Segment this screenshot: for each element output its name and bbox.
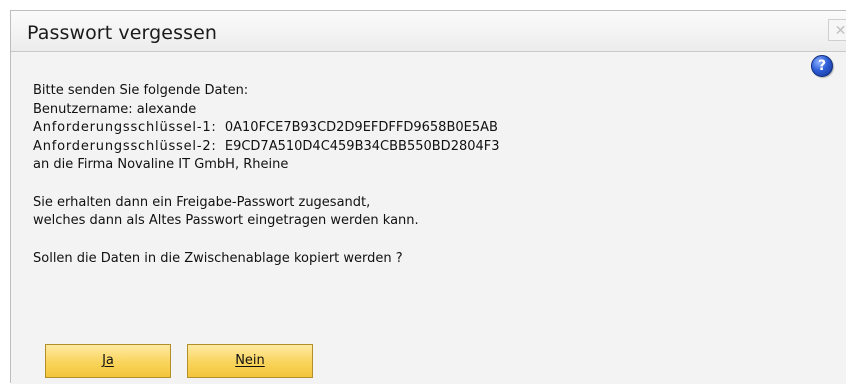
close-button[interactable]: ✕	[828, 19, 846, 41]
message-line-key2: Anforderungsschlüssel-2: E9CD7A510D4C459…	[33, 138, 500, 157]
close-icon: ✕	[834, 23, 846, 39]
message-line-info-2: welches dann als Altes Passwort eingetra…	[33, 213, 419, 228]
message-gap	[33, 231, 500, 250]
message-line-key1: Anforderungsschlüssel-1: 0A10FCE7B93CD2D…	[33, 119, 500, 138]
key2-value: E9CD7A510D4C459B34CBB550BD2804F3	[224, 138, 500, 154]
dialog-title: Passwort vergessen	[27, 22, 218, 44]
message-line-info-1: Sie erhalten dann ein Freigabe-Passwort …	[33, 194, 371, 210]
key1-label: Anforderungsschlüssel-1:	[33, 120, 217, 135]
help-icon[interactable]: ?	[811, 55, 833, 77]
key2-label: Anforderungsschlüssel-2:	[33, 138, 217, 154]
no-button[interactable]: Nein	[187, 344, 313, 378]
message-line-question: Sollen die Daten in die Zwischenablage k…	[33, 250, 403, 266]
message-gap	[33, 175, 500, 194]
message-line-company: an die Firma Novaline IT GmbH, Rheine	[33, 157, 289, 172]
yes-button[interactable]: Ja	[45, 344, 171, 378]
message-line-1: Bitte senden Sie folgende Daten:	[33, 83, 249, 98]
help-icon-glyph: ?	[817, 58, 827, 74]
message-line-username: Benutzername: alexande	[33, 101, 197, 117]
key1-value: 0A10FCE7B93CD2D9EFDFFD9658B0E5AB	[224, 120, 498, 135]
message-text: Bitte senden Sie folgende Daten: Benutze…	[33, 82, 500, 268]
dialog-body: Bitte senden Sie folgende Daten: Benutze…	[11, 52, 846, 384]
forgot-password-dialog: Passwort vergessen ✕ Bitte senden Sie fo…	[10, 10, 846, 384]
dialog-titlebar: Passwort vergessen ✕	[11, 11, 846, 52]
